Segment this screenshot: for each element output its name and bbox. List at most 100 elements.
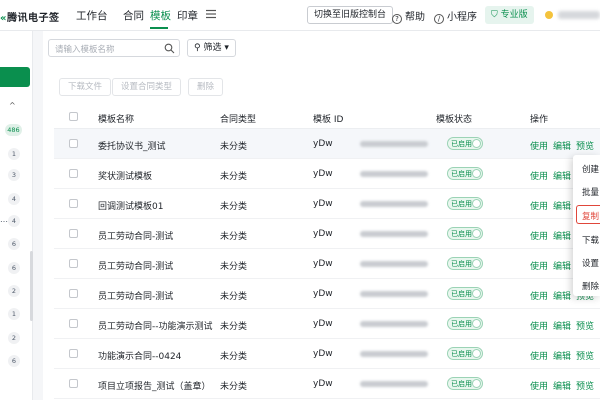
template-id-redacted (360, 381, 428, 387)
download-files-button[interactable]: 下载文件 (59, 78, 112, 96)
filter-label: 筛选 (203, 43, 222, 53)
status-toggle[interactable]: 已启用 (447, 227, 483, 240)
column-header-name: 模板名称 (98, 115, 135, 125)
pro-label: 专业版 (500, 10, 528, 20)
user-avatar[interactable] (545, 11, 553, 19)
user-name-redacted[interactable] (558, 11, 600, 19)
nav-templates[interactable]: 模板 (150, 8, 171, 23)
brand-logo[interactable]: «腾讯电子签 (0, 9, 59, 24)
row-checkbox[interactable] (69, 379, 78, 388)
nav-workbench[interactable]: 工作台 (76, 8, 108, 23)
status-toggle[interactable]: 已启用 (447, 167, 483, 180)
chevron-up-icon[interactable]: ^ (9, 101, 16, 110)
template-id-redacted (360, 171, 428, 177)
menu-icon[interactable] (205, 8, 217, 20)
table-row[interactable]: 委托协议书_测试 未分类 yDw 已启用 使用 编辑 预览 (54, 129, 600, 159)
status-toggle[interactable]: 已启用 (447, 197, 483, 210)
row-checkbox[interactable] (69, 319, 78, 328)
pro-edition-badge[interactable]: ⛉ 专业版 (485, 6, 534, 24)
row-checkbox[interactable] (69, 259, 78, 268)
miniprogram-link[interactable]: ∕ 小程序 (434, 8, 477, 24)
template-name[interactable]: 委托协议书_测试 (98, 139, 166, 152)
filter-button[interactable]: ⚲ 筛选 ▾ (187, 39, 236, 57)
more-actions-menu: 创建 批量 复制 下载 设置 删除 (573, 155, 600, 296)
row-checkbox[interactable] (69, 169, 78, 178)
template-id-prefix: yDw (313, 259, 333, 269)
preview-link[interactable]: 预览 (576, 139, 594, 152)
search-icon[interactable] (164, 43, 175, 54)
row-checkbox[interactable] (69, 229, 78, 238)
edit-link[interactable]: 编辑 (553, 319, 571, 332)
delete-button[interactable]: 删除 (188, 78, 224, 96)
row-checkbox[interactable] (69, 349, 78, 358)
nav-contracts[interactable]: 合同 (123, 8, 144, 23)
use-link[interactable]: 使用 (530, 379, 548, 392)
table-row[interactable]: 功能演示合同--0424 未分类 yDw 已启用 使用 编辑 预览 (54, 339, 600, 369)
status-toggle[interactable]: 已启用 (447, 257, 483, 270)
nav-active-indicator (150, 27, 168, 29)
help-link[interactable]: ? 帮助 (392, 8, 425, 24)
status-label: 已启用 (451, 230, 472, 238)
template-name[interactable]: 员工劳动合同--功能演示测试 (98, 319, 213, 332)
use-link[interactable]: 使用 (530, 169, 548, 182)
menu-item-download[interactable]: 下载 (582, 234, 599, 246)
status-label: 已启用 (451, 320, 472, 328)
row-checkbox[interactable] (69, 139, 78, 148)
table-row[interactable]: 员工劳动合同-测试未分类yDw已启用使用编辑预览 (54, 249, 600, 279)
sidebar-count-badge: 1 (8, 308, 20, 320)
table-row[interactable]: 员工劳动合同-测试未分类yDw已启用使用编辑预览 (54, 279, 600, 309)
status-toggle[interactable]: 已启用 (447, 377, 483, 390)
edit-link[interactable]: 编辑 (553, 259, 571, 272)
preview-link[interactable]: 预览 (576, 349, 594, 362)
status-toggle[interactable]: 已启用 (447, 137, 483, 150)
use-link[interactable]: 使用 (530, 229, 548, 242)
menu-item-create[interactable]: 创建 (582, 163, 599, 175)
status-toggle[interactable]: 已启用 (447, 287, 483, 300)
use-link[interactable]: 使用 (530, 139, 548, 152)
preview-link[interactable]: 预览 (576, 319, 594, 332)
template-name[interactable]: 项目立项报告_测试（盖章） (98, 379, 211, 392)
template-name[interactable]: 员工劳动合同-测试 (98, 259, 173, 272)
select-all-checkbox[interactable] (69, 112, 78, 121)
nav-seals[interactable]: 印章 (177, 8, 198, 23)
table-row[interactable]: 回调测试模板01未分类yDw已启用使用编辑预览 (54, 189, 600, 219)
table-row[interactable]: 员工劳动合同--功能演示测试 未分类 yDw 已启用 使用 编辑 预览 (54, 309, 600, 339)
menu-item-batch[interactable]: 批量 (582, 186, 599, 198)
table-row[interactable]: 员工劳动合同-测试未分类yDw已启用使用编辑预览 (54, 219, 600, 249)
status-toggle[interactable]: 已启用 (447, 347, 483, 360)
template-name[interactable]: 奖状测试模板 (98, 169, 152, 182)
edit-link[interactable]: 编辑 (553, 169, 571, 182)
use-link[interactable]: 使用 (530, 319, 548, 332)
edit-link[interactable]: 编辑 (553, 139, 571, 152)
use-link[interactable]: 使用 (530, 199, 548, 212)
edit-link[interactable]: 编辑 (553, 199, 571, 212)
use-link[interactable]: 使用 (530, 349, 548, 362)
toggle-knob (472, 289, 481, 298)
search-input[interactable]: 请输入模板名称 (48, 39, 180, 57)
edit-link[interactable]: 编辑 (553, 349, 571, 362)
switch-console-button[interactable]: 切换至旧版控制台 (307, 6, 394, 24)
sidebar-scrollbar[interactable] (30, 251, 33, 321)
template-name[interactable]: 回调测试模板01 (98, 199, 163, 212)
edit-link[interactable]: 编辑 (553, 289, 571, 302)
menu-item-copy[interactable]: 复制 (582, 210, 599, 222)
preview-link[interactable]: 预览 (576, 379, 594, 392)
edit-link[interactable]: 编辑 (553, 229, 571, 242)
use-link[interactable]: 使用 (530, 289, 548, 302)
menu-item-delete[interactable]: 删除 (582, 280, 599, 292)
set-contract-type-button[interactable]: 设置合同类型 (112, 78, 182, 96)
template-name[interactable]: 功能演示合同--0424 (98, 349, 181, 362)
sidebar-active-item[interactable] (0, 67, 30, 87)
menu-item-settings[interactable]: 设置 (582, 257, 599, 269)
template-id-redacted (360, 321, 428, 327)
table-row[interactable]: 项目立项报告_测试（盖章） 未分类 yDw 已启用 使用 编辑 预览 (54, 369, 600, 399)
template-name[interactable]: 员工劳动合同-测试 (98, 229, 173, 242)
table-row[interactable]: 奖状测试模板未分类yDw已启用使用编辑预览 (54, 159, 600, 189)
edit-link[interactable]: 编辑 (553, 379, 571, 392)
status-toggle[interactable]: 已启用 (447, 317, 483, 330)
row-checkbox[interactable] (69, 289, 78, 298)
template-name[interactable]: 员工劳动合同-测试 (98, 289, 173, 302)
row-checkbox[interactable] (69, 199, 78, 208)
use-link[interactable]: 使用 (530, 259, 548, 272)
main-panel: 请输入模板名称 ⚲ 筛选 ▾ 下载文件 设置合同类型 删除 模板名称 合同类型 … (43, 31, 600, 400)
